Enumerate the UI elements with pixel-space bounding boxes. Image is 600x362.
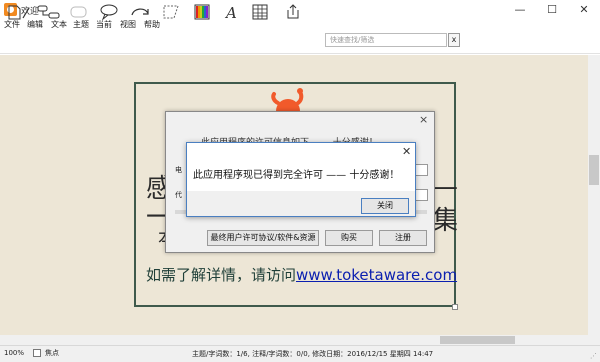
minimize-button[interactable]: — xyxy=(504,0,536,20)
close-window-button[interactable]: ✕ xyxy=(568,0,600,20)
mind-map-icon[interactable] xyxy=(36,3,62,21)
focus-checkbox[interactable] xyxy=(33,349,41,357)
speech-bubble-icon[interactable] xyxy=(98,3,120,21)
search-placeholder: 快速查找/筛选 xyxy=(330,36,375,44)
scapple-logo-icon xyxy=(271,88,304,113)
email-field[interactable] xyxy=(415,164,428,176)
focus-label: 焦点 xyxy=(45,349,59,357)
svg-text:A: A xyxy=(224,4,237,21)
card-text-right2: 集 xyxy=(432,206,459,236)
card-text-right1: — xyxy=(432,172,458,202)
confirm-dialog-message: 此应用程序现已得到完全许可 —— 十分感谢！ xyxy=(193,170,400,181)
website-link[interactable]: www.toketaware.com xyxy=(296,266,457,284)
color-swatch-icon[interactable] xyxy=(192,3,212,21)
document-stats: 主题/字词数：1/6, 注释/字词数：0/0, 修改日期：2016/12/15 … xyxy=(192,350,434,358)
vertical-scrollbar[interactable] xyxy=(588,55,600,345)
vertical-scroll-thumb[interactable] xyxy=(589,155,599,185)
lasso-icon[interactable] xyxy=(160,3,182,21)
font-icon[interactable]: A xyxy=(222,3,240,21)
toolbar xyxy=(0,30,600,54)
serial-code-field[interactable] xyxy=(415,189,428,201)
email-field-label: 电 xyxy=(175,166,182,174)
undo-redo-icon[interactable] xyxy=(128,3,154,21)
resize-handle[interactable] xyxy=(452,304,458,310)
zoom-level[interactable]: 100% xyxy=(4,349,24,357)
maximize-button[interactable]: ☐ xyxy=(536,0,568,20)
eula-button[interactable]: 最终用户许可协议/软件&资源 xyxy=(207,230,319,246)
license-dialog-close-button[interactable]: × xyxy=(419,113,428,126)
register-button[interactable]: 注册 xyxy=(379,230,427,246)
close-dialog-button[interactable]: 关闭 xyxy=(361,198,409,214)
table-icon[interactable] xyxy=(250,3,270,21)
resize-grip-icon[interactable]: ⋰ xyxy=(590,352,597,360)
share-icon[interactable] xyxy=(284,3,302,21)
new-note-icon[interactable] xyxy=(6,3,32,21)
visit-prefix: 如需了解详情，请访问 xyxy=(146,266,297,284)
search-input[interactable]: 快速查找/筛选 xyxy=(325,33,447,47)
cloud-icon[interactable] xyxy=(68,3,90,21)
confirm-dialog-close-button[interactable]: ✕ xyxy=(402,145,411,158)
code-field-label: 代 xyxy=(175,191,182,199)
horizontal-scroll-thumb[interactable] xyxy=(440,336,515,344)
visit-text: 如需了解详情，请访问www.toketaware.com xyxy=(146,264,457,285)
buy-button[interactable]: 购买 xyxy=(325,230,373,246)
search-clear-button[interactable]: x xyxy=(448,33,460,47)
